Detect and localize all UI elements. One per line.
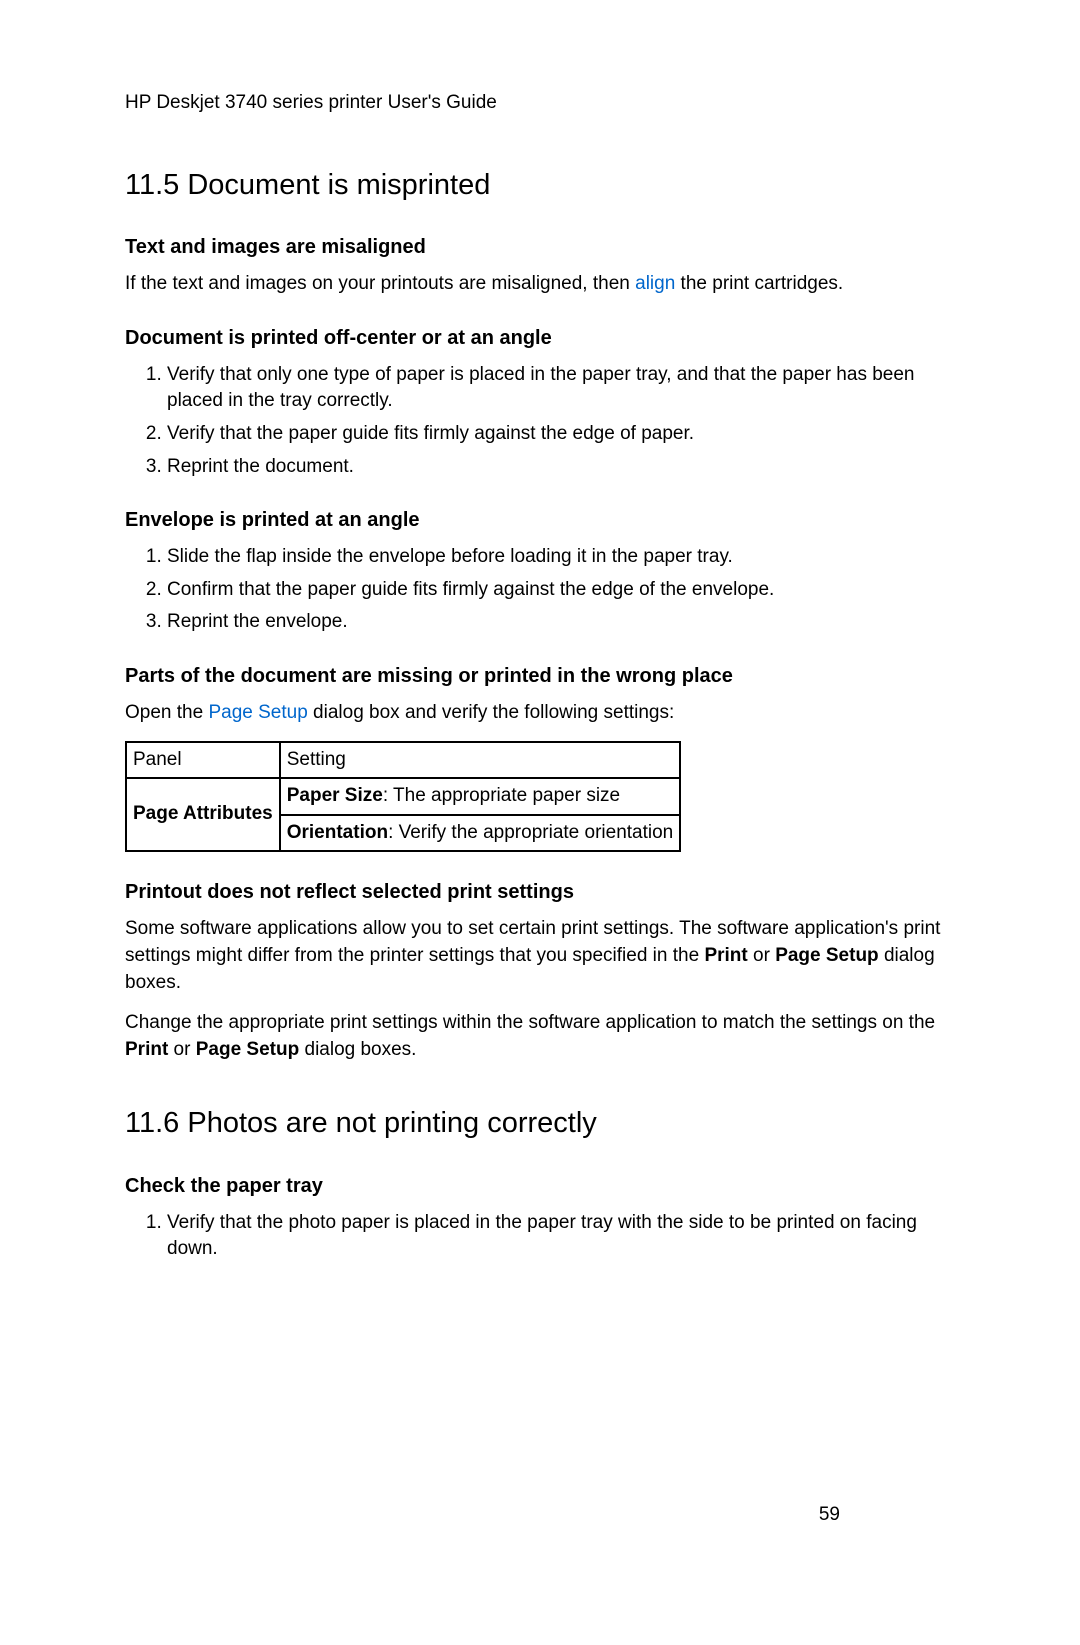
text: Change the appropriate print settings wi… [125, 1012, 935, 1033]
list-item: Verify that only one type of paper is pl… [167, 362, 960, 415]
subhead-check-paper-tray: Check the paper tray [125, 1172, 960, 1200]
text-bold: Print [125, 1039, 168, 1060]
list-item: Reprint the envelope. [167, 609, 960, 636]
table-row: Page Attributes Paper Size: The appropri… [126, 778, 680, 815]
text: the print cartridges. [675, 273, 843, 294]
settings-table: Panel Setting Page Attributes Paper Size… [125, 741, 681, 853]
list-item: Confirm that the paper guide fits firmly… [167, 577, 960, 604]
list-off-center: Verify that only one type of paper is pl… [125, 362, 960, 480]
page-number: 59 [819, 1502, 840, 1529]
para-page-setup: Open the Page Setup dialog box and verif… [125, 700, 960, 727]
text-bold: Page Setup [196, 1039, 299, 1060]
section-11-5-title: 11.5 Document is misprinted [125, 165, 960, 206]
text-bold: Orientation [287, 822, 388, 843]
subhead-printout-settings: Printout does not reflect selected print… [125, 878, 960, 906]
text: dialog boxes. [299, 1039, 416, 1060]
section-11-6-title: 11.6 Photos are not printing correctly [125, 1103, 960, 1144]
table-cell-page-attributes: Page Attributes [126, 778, 280, 851]
text: : Verify the appropriate orientation [388, 822, 673, 843]
para-printout-1: Some software applications allow you to … [125, 916, 960, 996]
text: If the text and images on your printouts… [125, 273, 635, 294]
text-bold: Page Setup [775, 945, 878, 966]
text: dialog box and verify the following sett… [308, 702, 675, 723]
table-cell-orientation: Orientation: Verify the appropriate orie… [280, 815, 681, 852]
table-header-setting: Setting [280, 742, 681, 779]
table-header-row: Panel Setting [126, 742, 680, 779]
text: or [168, 1039, 195, 1060]
table-header-panel: Panel [126, 742, 280, 779]
subhead-envelope-angle: Envelope is printed at an angle [125, 506, 960, 534]
subhead-text-images-misaligned: Text and images are misaligned [125, 233, 960, 261]
list-item: Slide the flap inside the envelope befor… [167, 544, 960, 571]
list-envelope: Slide the flap inside the envelope befor… [125, 544, 960, 636]
link-page-setup[interactable]: Page Setup [208, 702, 307, 723]
para-printout-2: Change the appropriate print settings wi… [125, 1010, 960, 1063]
text-bold: Print [704, 945, 747, 966]
list-check-tray: Verify that the photo paper is placed in… [125, 1210, 960, 1263]
text: or [748, 945, 775, 966]
text: Open the [125, 702, 208, 723]
para-align: If the text and images on your printouts… [125, 271, 960, 298]
table-cell-paper-size: Paper Size: The appropriate paper size [280, 778, 681, 815]
link-align[interactable]: align [635, 273, 675, 294]
subhead-parts-missing: Parts of the document are missing or pri… [125, 662, 960, 690]
document-header: HP Deskjet 3740 series printer User's Gu… [125, 90, 960, 117]
text-bold: Paper Size [287, 785, 383, 806]
subhead-off-center: Document is printed off-center or at an … [125, 324, 960, 352]
list-item: Verify that the photo paper is placed in… [167, 1210, 960, 1263]
text: : The appropriate paper size [383, 785, 620, 806]
list-item: Reprint the document. [167, 454, 960, 481]
list-item: Verify that the paper guide fits firmly … [167, 421, 960, 448]
